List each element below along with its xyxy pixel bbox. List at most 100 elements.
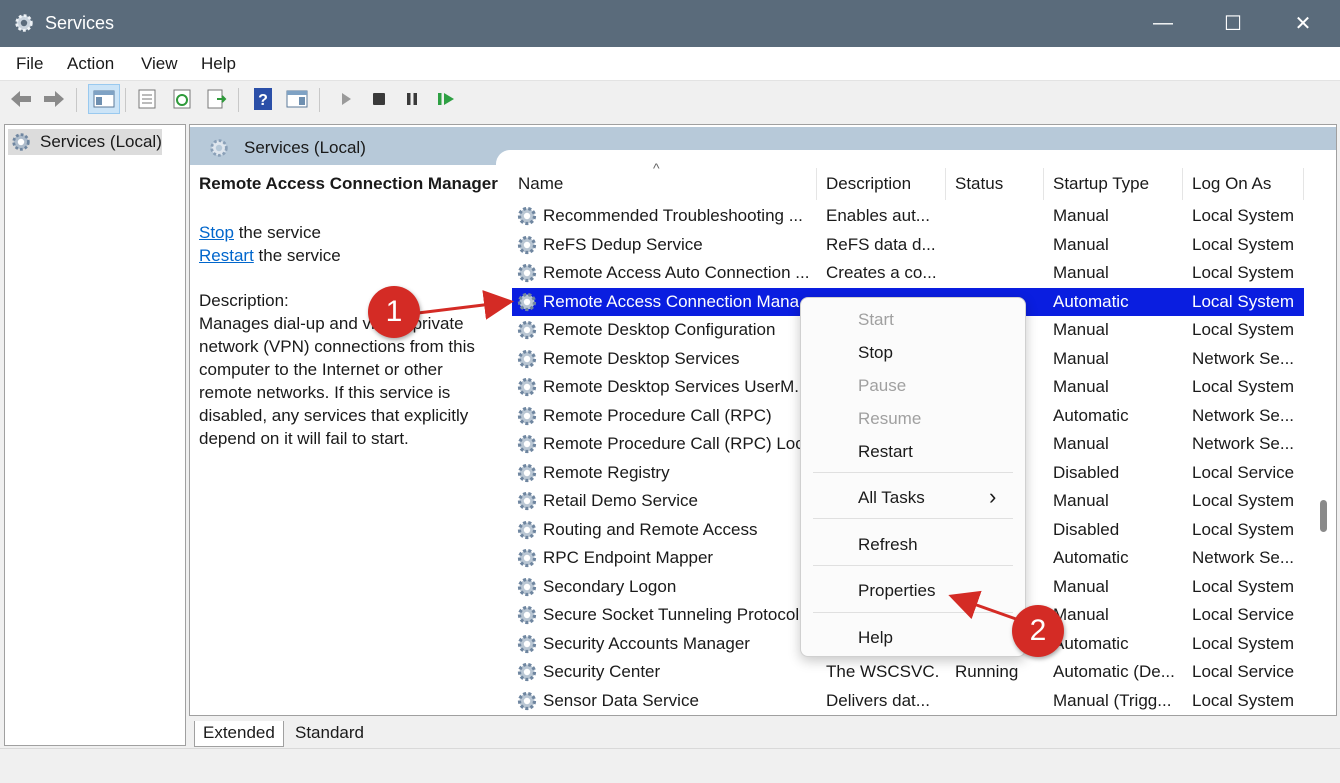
cell-startup: Disabled bbox=[1053, 462, 1120, 482]
menu-item-stop[interactable]: Stop bbox=[858, 343, 893, 363]
cell-description: ReFS data d... bbox=[826, 234, 936, 254]
forward-arrow-icon[interactable] bbox=[41, 86, 67, 112]
refresh-icon[interactable] bbox=[169, 86, 195, 112]
column-header-startup-type[interactable]: Startup Type bbox=[1053, 174, 1149, 198]
stop-service-icon[interactable] bbox=[366, 86, 392, 112]
column-divider[interactable] bbox=[1303, 168, 1304, 200]
show-hide-tree-icon[interactable] bbox=[88, 84, 120, 114]
menu-item-restart[interactable]: Restart bbox=[858, 442, 913, 462]
menu-item-all-tasks[interactable]: All Tasks bbox=[858, 488, 925, 508]
list-tab-shape bbox=[496, 150, 1336, 170]
menu-help[interactable]: Help bbox=[201, 54, 236, 74]
cell-description: The WSCSVC... bbox=[826, 662, 938, 681]
service-gear-icon bbox=[515, 461, 539, 485]
cell-logon: Local System bbox=[1192, 491, 1295, 510]
cell-startup: Automatic bbox=[1053, 633, 1129, 653]
tree-item-services-local[interactable]: Services (Local) bbox=[8, 129, 162, 155]
back-arrow-icon[interactable] bbox=[8, 86, 34, 112]
cell-startup: Automatic bbox=[1053, 291, 1129, 311]
vertical-scrollbar[interactable] bbox=[1315, 168, 1333, 714]
toolbar-separator bbox=[76, 88, 77, 112]
cell-description: Enables aut... bbox=[826, 206, 930, 225]
status-bar bbox=[0, 748, 1340, 783]
help-icon[interactable]: ? bbox=[250, 86, 276, 112]
column-divider[interactable] bbox=[1043, 168, 1044, 200]
menu-item-resume: Resume bbox=[858, 409, 922, 428]
pane-header-title: Services (Local) bbox=[244, 138, 366, 157]
column-header-log-on-as[interactable]: Log On As bbox=[1192, 174, 1271, 198]
cell-name: ReFS Dedup Service bbox=[543, 234, 703, 254]
description-label: Description: bbox=[199, 291, 289, 310]
table-row[interactable]: ReFS Dedup Service ReFS data d... Manual Lo… bbox=[512, 231, 1304, 260]
cell-logon: Network Se... bbox=[1192, 348, 1295, 368]
service-gear-icon bbox=[515, 233, 539, 257]
cell-description: Creates a co... bbox=[826, 263, 937, 282]
table-row[interactable]: Sensor Data Service Delivers dat... Manual… bbox=[512, 687, 1304, 716]
context-menu: Start Stop Pause Resume Restart All Task… bbox=[800, 297, 1026, 657]
menu-item-properties[interactable]: Properties bbox=[858, 581, 935, 601]
menu-item-help[interactable]: Help bbox=[858, 628, 893, 648]
maximize-button[interactable]: ☐ bbox=[1198, 0, 1268, 47]
toolbar-separator bbox=[125, 88, 126, 112]
service-detail-title: Remote Access Connection Manager bbox=[199, 174, 498, 193]
cell-logon: Local System bbox=[1192, 690, 1295, 710]
service-gear-icon bbox=[515, 375, 539, 399]
restart-service-icon[interactable] bbox=[434, 86, 460, 112]
restart-service-link[interactable]: Restart bbox=[199, 246, 254, 265]
menu-action[interactable]: Action bbox=[67, 54, 114, 74]
close-button[interactable]: ✕ bbox=[1268, 0, 1338, 47]
service-gear-icon bbox=[515, 489, 539, 513]
service-gear-icon bbox=[515, 689, 539, 713]
start-service-icon[interactable] bbox=[333, 86, 359, 112]
menu-item-refresh[interactable]: Refresh bbox=[858, 535, 918, 555]
services-gear-icon bbox=[12, 133, 30, 151]
menu-separator bbox=[813, 518, 1013, 519]
cell-logon: Local System bbox=[1192, 377, 1295, 396]
service-gear-icon bbox=[515, 546, 539, 570]
svg-text:?: ? bbox=[258, 92, 268, 109]
cell-startup: Manual bbox=[1053, 348, 1109, 368]
service-detail-panel: Remote Access Connection Manager Stop th… bbox=[199, 172, 499, 450]
cell-logon: Local System bbox=[1192, 263, 1295, 282]
column-header-name[interactable]: Name bbox=[518, 174, 563, 198]
cell-startup: Manual bbox=[1053, 576, 1109, 596]
pause-service-icon[interactable] bbox=[399, 86, 425, 112]
table-row[interactable]: Recommended Troubleshooting ... Enables a… bbox=[512, 202, 1304, 231]
annotation-number: 2 bbox=[1029, 614, 1047, 647]
service-gear-icon bbox=[515, 318, 539, 342]
stop-service-link[interactable]: Stop bbox=[199, 223, 234, 242]
cell-name: Retail Demo Service bbox=[543, 491, 698, 510]
column-divider[interactable] bbox=[945, 168, 946, 200]
cell-startup: Manual bbox=[1053, 434, 1109, 453]
column-header-status[interactable]: Status bbox=[955, 174, 1003, 198]
column-divider[interactable] bbox=[816, 168, 817, 200]
column-divider[interactable] bbox=[1182, 168, 1183, 200]
menu-view[interactable]: View bbox=[141, 54, 178, 74]
close-icon: ✕ bbox=[1294, 13, 1312, 35]
table-row[interactable]: Remote Access Auto Connection ... Creates… bbox=[512, 259, 1304, 288]
menu-file[interactable]: File bbox=[16, 54, 43, 74]
column-header-description[interactable]: Description bbox=[826, 174, 911, 198]
minimize-button[interactable]: — bbox=[1128, 0, 1198, 47]
cell-logon: Local System bbox=[1192, 234, 1295, 254]
service-gear-icon bbox=[515, 660, 539, 684]
scrollbar-thumb[interactable] bbox=[1320, 500, 1327, 532]
cell-startup: Manual bbox=[1053, 206, 1109, 225]
cell-logon: Network Se... bbox=[1192, 405, 1295, 425]
cell-name: Security Accounts Manager bbox=[543, 633, 750, 653]
export-list-icon[interactable] bbox=[203, 86, 229, 112]
console-view-icon[interactable] bbox=[284, 86, 310, 112]
restart-link-suffix: the service bbox=[253, 246, 341, 265]
table-row[interactable]: Security Center The WSCSVC... Running Autom… bbox=[512, 658, 1304, 687]
tab-extended[interactable]: Extended bbox=[194, 721, 284, 747]
service-gear-icon bbox=[515, 204, 539, 228]
cell-name: Remote Procedure Call (RPC) Loca bbox=[543, 434, 813, 453]
cell-startup: Manual (Trigg... bbox=[1053, 690, 1172, 710]
cell-name: Secondary Logon bbox=[543, 576, 677, 596]
tab-standard-label: Standard bbox=[295, 723, 364, 742]
maximize-icon: ☐ bbox=[1224, 13, 1242, 35]
cell-name: Routing and Remote Access bbox=[543, 519, 758, 539]
properties-icon[interactable] bbox=[134, 86, 160, 112]
tree-item-label: Services (Local) bbox=[40, 132, 162, 151]
tab-standard[interactable]: Standard bbox=[287, 721, 372, 747]
